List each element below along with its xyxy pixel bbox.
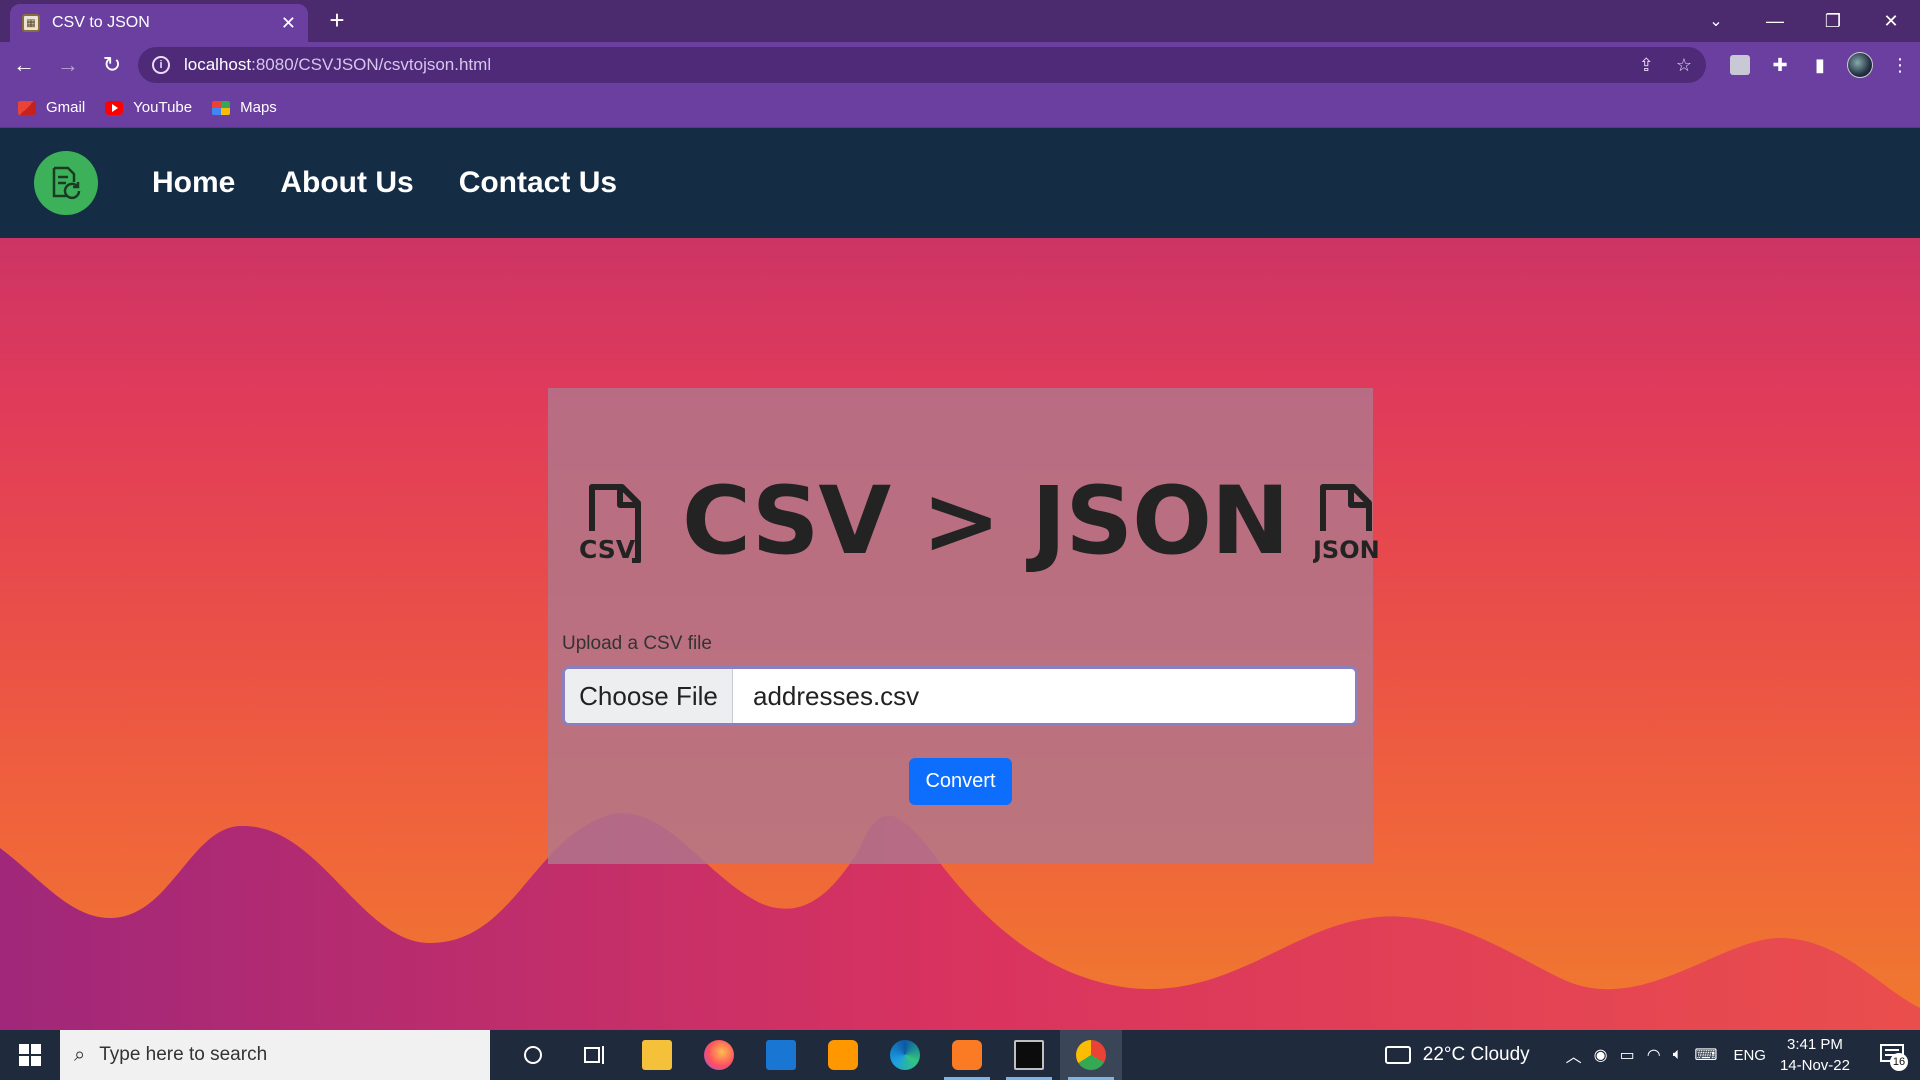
clock-date: 14-Nov-22 — [1779, 1057, 1850, 1074]
url-host: localhost — [184, 55, 252, 74]
meet-now-icon[interactable]: ◉ — [1594, 1045, 1608, 1065]
clock-time: 3:41 PM — [1787, 1036, 1843, 1053]
search-icon: ⌕ — [74, 1043, 86, 1066]
weather-icon — [1384, 1046, 1411, 1064]
browser-tab[interactable]: ▦ CSV to JSON ✕ — [10, 4, 308, 42]
terminal-icon[interactable] — [998, 1030, 1060, 1080]
csv-icon-label: CSV — [579, 535, 636, 563]
url-text[interactable]: localhost:8080/CSVJSON/csvtojson.html — [184, 55, 1617, 75]
bookmark-label: Maps — [240, 99, 277, 116]
browser-titlebar: ▦ CSV to JSON ✕ + ⌄ — ❐ ✕ — [0, 0, 1920, 42]
maps-icon — [212, 100, 231, 115]
keyboard-icon[interactable]: ⌨ — [1694, 1045, 1717, 1065]
site-info-icon[interactable]: i — [152, 56, 170, 74]
edge-icon[interactable] — [874, 1030, 936, 1080]
json-file-icon: JSON — [1311, 479, 1383, 564]
profile-avatar[interactable] — [1840, 45, 1880, 85]
convert-button[interactable]: Convert — [909, 758, 1012, 805]
tab-title: CSV to JSON — [52, 14, 150, 31]
browser-toolbar: ← → ↻ i localhost:8080/CSVJSON/csvtojson… — [0, 42, 1920, 88]
extension-icons: ✚ ▮ ⋮ — [1720, 42, 1920, 88]
weather-widget[interactable]: 22°C Cloudy — [1384, 1044, 1530, 1066]
notification-count: 16 — [1890, 1053, 1908, 1071]
browser-menu-icon[interactable]: ⋮ — [1880, 45, 1920, 85]
sublime-text-icon[interactable] — [812, 1030, 874, 1080]
new-tab-button[interactable]: + — [322, 6, 352, 36]
cortana-icon[interactable] — [502, 1030, 564, 1080]
nav-about-us[interactable]: About Us — [280, 166, 413, 200]
notifications-icon[interactable]: 16 — [1872, 1035, 1912, 1075]
selected-file-name: addresses.csv — [753, 680, 920, 711]
side-panel-icon[interactable]: ▮ — [1800, 45, 1840, 85]
upload-label: Upload a CSV file — [562, 633, 712, 654]
bookmarks-bar: Gmail YouTube Maps — [0, 88, 1920, 128]
battery-icon[interactable]: ▭ — [1620, 1045, 1635, 1065]
taskbar-search-box[interactable]: ⌕ Type here to search — [60, 1030, 490, 1080]
taskbar-search-placeholder: Type here to search — [99, 1044, 268, 1065]
csv-file-input[interactable]: Choose File addresses.csv — [562, 666, 1358, 726]
chrome-icon[interactable] — [1060, 1030, 1122, 1080]
extension-icon[interactable] — [1720, 45, 1760, 85]
language-indicator[interactable]: ENG — [1733, 1047, 1766, 1064]
bookmark-label: Gmail — [46, 99, 86, 116]
document-refresh-icon[interactable] — [34, 151, 98, 215]
clock[interactable]: 3:41 PM 14-Nov-22 — [1780, 1034, 1850, 1076]
csv-file-icon: CSV — [578, 479, 648, 564]
volume-icon[interactable]: 🔈︎ — [1673, 1046, 1683, 1064]
bookmark-star-icon[interactable]: ☆ — [1676, 55, 1692, 76]
task-view-icon[interactable] — [564, 1030, 626, 1080]
site-nav-links: Home About Us Contact Us — [152, 166, 662, 200]
nav-home[interactable]: Home — [152, 166, 235, 200]
tab-close-icon[interactable]: ✕ — [281, 13, 296, 34]
taskbar-apps — [502, 1030, 1122, 1080]
url-path: :8080/CSVJSON/csvtojson.html — [251, 55, 492, 74]
firefox-icon[interactable] — [688, 1030, 750, 1080]
extensions-puzzle-icon[interactable]: ✚ — [1760, 45, 1800, 85]
choose-file-button[interactable]: Choose File — [565, 669, 733, 723]
page-heading: CSV > JSON — [682, 466, 1290, 576]
close-window-button[interactable]: ✕ — [1862, 0, 1920, 42]
minimize-button[interactable]: — — [1746, 0, 1804, 42]
site-navbar: Home About Us Contact Us — [0, 128, 1920, 238]
xampp-icon[interactable] — [936, 1030, 998, 1080]
restore-button[interactable]: ❐ — [1804, 0, 1862, 42]
nav-contact-us[interactable]: Contact Us — [459, 166, 617, 200]
address-bar[interactable]: i localhost:8080/CSVJSON/csvtojson.html … — [138, 47, 1706, 83]
back-button[interactable]: ← — [4, 45, 44, 85]
tab-favicon-icon: ▦ — [22, 14, 40, 32]
wifi-icon[interactable]: ◠ — [1647, 1045, 1661, 1065]
window-controls: ⌄ — ❐ ✕ — [1686, 0, 1920, 42]
tray-chevron-up-icon[interactable]: ︿ — [1566, 1043, 1582, 1067]
weather-text: 22°C Cloudy — [1422, 1044, 1530, 1065]
page-viewport: Home About Us Contact Us CSV CSV > JSON … — [0, 128, 1920, 1030]
card-title: CSV CSV > JSON JSON — [578, 466, 1379, 576]
bookmark-maps[interactable]: Maps — [212, 99, 277, 116]
windows-start-icon[interactable] — [0, 1030, 60, 1080]
system-tray: 22°C Cloudy ︿ ◉ ▭ ◠ 🔈︎ ⌨ ENG 3:41 PM 14-… — [1384, 1030, 1920, 1080]
bookmark-youtube[interactable]: YouTube — [105, 99, 192, 116]
tab-search-chevron-icon[interactable]: ⌄ — [1686, 0, 1746, 42]
converter-card: CSV CSV > JSON JSON Upload a CSV file Ch… — [548, 388, 1379, 864]
windows-taskbar: ⌕ Type here to search 22°C Cloudy ︿ ◉ ▭ … — [0, 1030, 1920, 1080]
file-explorer-icon[interactable] — [626, 1030, 688, 1080]
bookmark-gmail[interactable]: Gmail — [18, 99, 85, 116]
gmail-icon — [18, 100, 36, 115]
mail-icon[interactable] — [750, 1030, 812, 1080]
youtube-icon — [105, 100, 124, 115]
bookmark-label: YouTube — [133, 99, 193, 116]
json-icon-label: JSON — [1313, 536, 1380, 563]
share-icon[interactable]: ⇪ — [1639, 55, 1654, 76]
forward-button[interactable]: → — [48, 45, 88, 85]
reload-button[interactable]: ↻ — [92, 45, 132, 85]
